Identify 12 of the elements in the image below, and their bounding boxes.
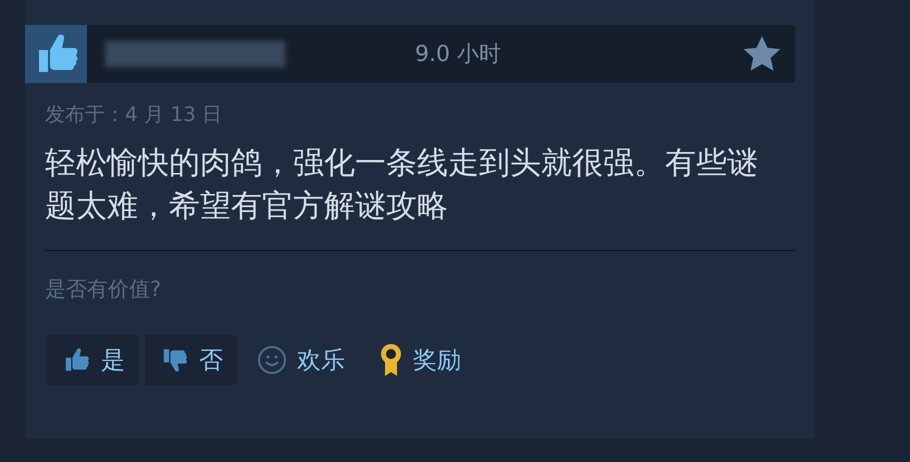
review-text: 轻松愉快的肉鸽，强化一条线走到头就很强。有些谜题太难，希望有官方解谜攻略 xyxy=(45,144,759,226)
award-icon xyxy=(379,342,403,378)
playtime: 9.0 小时 xyxy=(415,41,501,69)
yes-button[interactable]: 是 xyxy=(47,335,139,385)
award-button[interactable]: 奖励 xyxy=(365,335,475,385)
post-date: 发布于：4 月 13 日 xyxy=(45,101,224,128)
funny-button[interactable]: 欢乐 xyxy=(243,335,359,385)
smiley-icon xyxy=(257,345,287,375)
star-icon xyxy=(743,36,781,72)
thumbs-up-icon xyxy=(25,25,87,83)
no-button[interactable]: 否 xyxy=(145,335,237,385)
helpful-question: 是否有价值? xyxy=(45,276,162,303)
